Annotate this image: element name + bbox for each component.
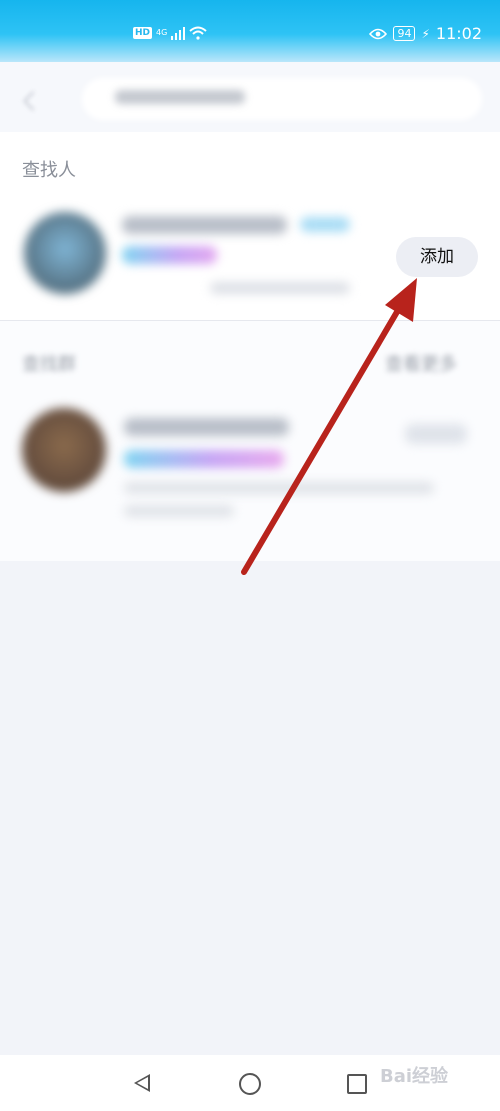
nav-recent-apps-icon[interactable] <box>347 1074 367 1094</box>
arrow-head <box>385 278 417 322</box>
arrow-shaft <box>241 297 407 575</box>
nav-home-icon[interactable] <box>239 1073 261 1095</box>
watermark: Bai经验 <box>380 1066 449 1087</box>
nav-back-icon[interactable] <box>134 1074 150 1092</box>
annotation-arrow <box>241 278 417 575</box>
